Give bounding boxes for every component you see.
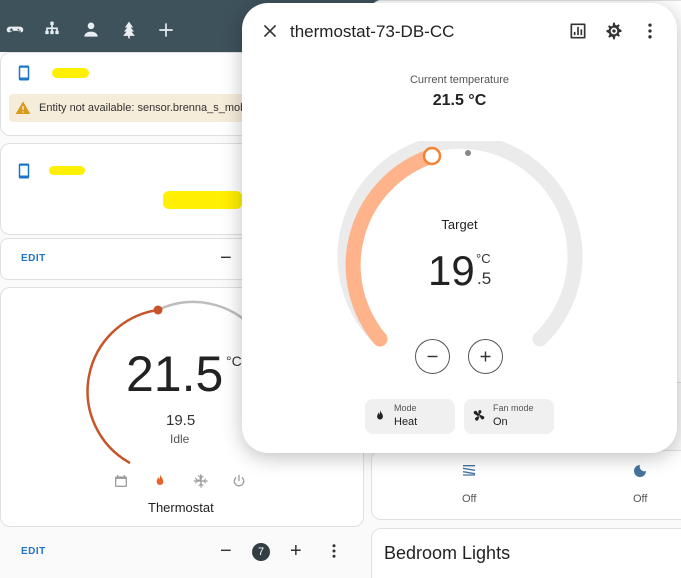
tree-icon[interactable]	[119, 20, 139, 40]
current-temperature-marker	[465, 150, 471, 156]
plus-icon[interactable]	[156, 20, 176, 40]
thermostat-name: Thermostat	[148, 500, 214, 515]
minus-button[interactable]: −	[220, 540, 232, 563]
target-label: Target	[441, 217, 478, 232]
current-temperature-label: Current temperature	[409, 74, 510, 86]
target-handle	[422, 146, 442, 166]
dialog-title: thermostat-73-DB-CC	[290, 22, 455, 41]
power-icon[interactable]	[231, 473, 247, 489]
target-temperature-decimal: .5	[477, 269, 492, 288]
cellphone-icon	[15, 162, 33, 180]
alert-icon	[15, 100, 31, 116]
more-vert-icon[interactable]	[640, 21, 660, 41]
plus-button[interactable]: +	[290, 540, 302, 563]
network-icon[interactable]	[42, 20, 62, 40]
redacted-name-2	[49, 166, 85, 175]
history-chart-icon[interactable]	[568, 21, 588, 41]
target-temperature: 19.5	[166, 412, 196, 429]
mode-chip[interactable]: Mode Heat	[365, 399, 455, 434]
gamepad-icon[interactable]	[5, 20, 25, 40]
edit-link[interactable]: EDIT	[21, 546, 46, 557]
close-icon[interactable]	[260, 21, 280, 41]
mode-label: Mode	[394, 403, 417, 413]
fan-icon	[472, 409, 486, 423]
bedroom-lights-title: Bedroom Lights	[384, 543, 511, 563]
blinds-icon[interactable]	[461, 463, 477, 479]
minus-button[interactable]: −	[220, 247, 232, 270]
hvac-action: Idle	[170, 432, 190, 446]
entity-warning: Entity not available: sensor.brenna_s_mo…	[9, 94, 259, 122]
current-temperature: 21.5	[126, 346, 224, 402]
warning-text: Entity not available: sensor.brenna_s_mo…	[39, 102, 258, 114]
fan-mode-value: On	[493, 416, 508, 428]
calendar-sync-icon[interactable]	[113, 473, 129, 489]
snowflake-icon[interactable]	[193, 473, 209, 489]
fan-mode-label: Fan mode	[493, 403, 534, 413]
settings-gear-icon[interactable]	[604, 21, 624, 41]
more-vert-icon[interactable]	[325, 542, 343, 560]
switch-state-1: Off	[462, 493, 477, 505]
edit-bar-2	[0, 530, 364, 578]
night-mode-icon[interactable]	[632, 463, 648, 479]
redacted-name-1	[52, 68, 89, 78]
fire-icon	[373, 409, 387, 423]
thermostat-dialog: thermostat-73-DB-CC Current temperature …	[242, 3, 677, 453]
decrease-temperature-button[interactable]	[415, 339, 450, 374]
mode-value: Heat	[394, 416, 418, 428]
plus-icon	[480, 351, 491, 362]
increase-temperature-button[interactable]	[468, 339, 503, 374]
right-card-switches	[371, 450, 681, 520]
temperature-unit: °C	[226, 353, 242, 369]
fan-mode-chip[interactable]: Fan mode On	[464, 399, 554, 434]
person-icon[interactable]	[81, 20, 101, 40]
count-badge: 7	[252, 543, 270, 561]
target-temperature-integer: 19	[428, 247, 475, 294]
edit-link[interactable]: EDIT	[21, 253, 46, 264]
switch-state-2: Off	[633, 493, 648, 505]
redacted-value	[163, 191, 242, 209]
target-temperature-unit: °C	[476, 251, 491, 266]
cellphone-icon	[15, 64, 33, 82]
minus-icon	[427, 355, 438, 358]
fire-icon[interactable]	[152, 473, 168, 489]
current-temperature-value: 21.5 °C	[432, 92, 487, 109]
